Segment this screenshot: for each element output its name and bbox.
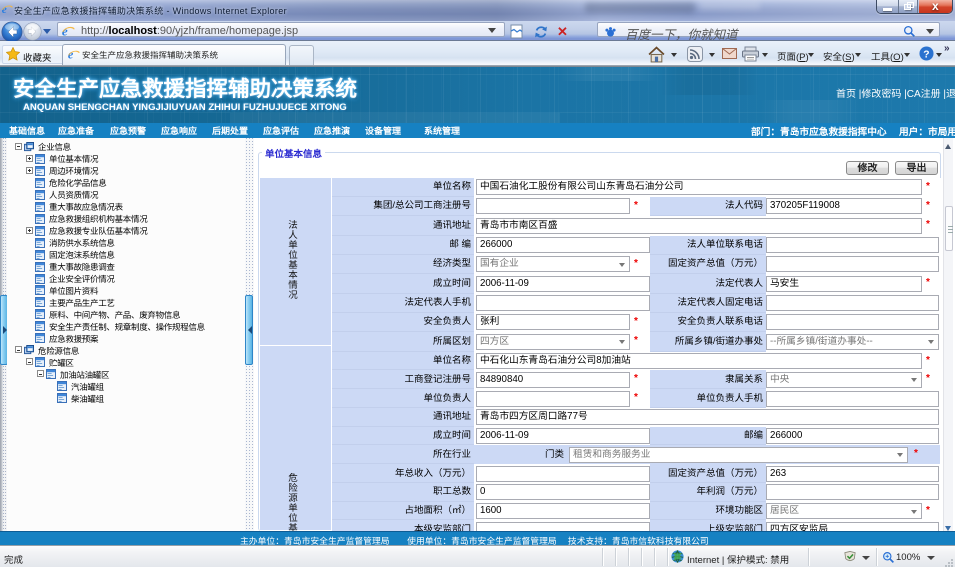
svg-text:e: e — [62, 24, 68, 38]
svg-text:?: ? — [923, 49, 929, 60]
